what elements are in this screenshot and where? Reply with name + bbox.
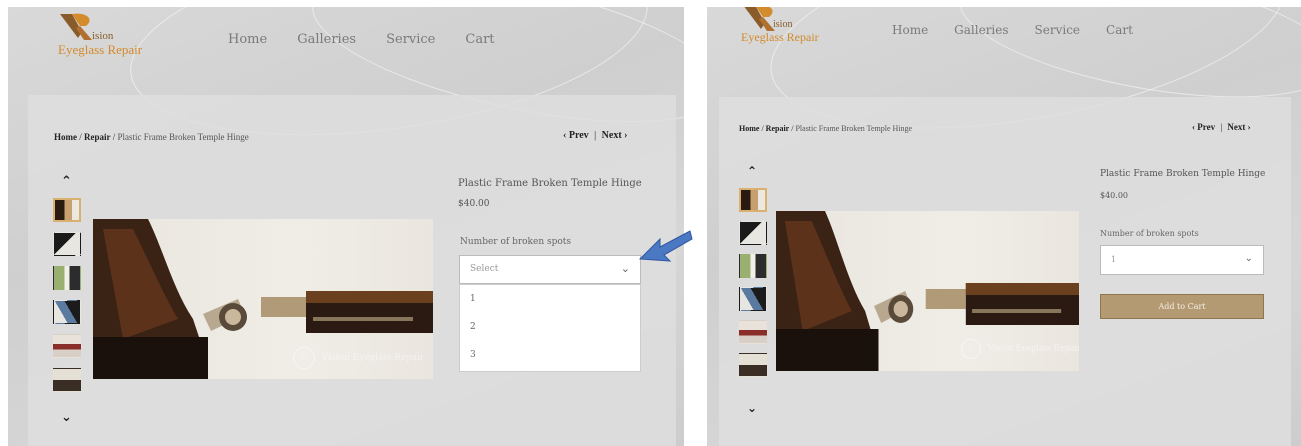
broken-spots-select[interactable]: Select ⌄ [459,255,641,284]
product-price: $40.00 [1100,191,1128,200]
option-label: Number of broken spots [1100,229,1199,238]
nav-service[interactable]: Service [1035,23,1081,37]
pager: ‹ Prev | Next › [1192,122,1251,132]
nav-cart[interactable]: Cart [465,32,494,47]
breadcrumb-repair[interactable]: Repair [766,124,790,133]
thumbnail[interactable] [53,368,81,392]
logo[interactable]: ision Eyeglass Repair [58,12,168,62]
pager-divider: | [1220,122,1223,132]
breadcrumb: Home / Repair / Plastic Frame Broken Tem… [739,124,913,133]
pager: ‹ Prev | Next › [563,130,628,141]
thumbnail[interactable] [53,198,81,222]
nav-cart[interactable]: Cart [1106,23,1133,37]
thumbnail[interactable] [53,232,81,256]
nav-galleries[interactable]: Galleries [297,32,356,47]
thumbnail[interactable] [53,334,81,358]
thumbnail[interactable] [739,254,767,278]
thumbnail[interactable] [53,300,81,324]
breadcrumb-current: Plastic Frame Broken Temple Hinge [117,132,249,142]
select-option[interactable]: 3 [470,350,476,360]
chevron-left-icon[interactable]: ‹ [563,130,566,141]
thumbnail[interactable] [739,221,767,245]
logo-word-eyeglass-repair: Eyeglass Repair [741,30,819,44]
product-title: Plastic Frame Broken Temple Hinge [1100,169,1266,179]
thumbnail-list [53,198,83,398]
option-label: Number of broken spots [460,237,572,247]
select-option[interactable]: 2 [470,322,476,332]
next-link[interactable]: Next [1227,122,1245,132]
copyright-icon: © [293,347,315,369]
add-to-cart-button[interactable]: Add to Cart [1100,294,1264,319]
thumbnail-list [739,188,769,388]
breadcrumb-home[interactable]: Home [739,124,759,133]
chevron-down-icon[interactable]: ⌄ [61,410,72,425]
chevron-down-icon[interactable]: ⌄ [747,401,757,415]
blue-arrow-icon [638,230,693,262]
pager-divider: | [594,130,597,141]
prev-link[interactable]: Prev [1197,122,1215,132]
select-dropdown-list: 1 2 3 [459,284,641,372]
prev-link[interactable]: Prev [569,130,589,141]
chevron-up-icon[interactable]: ⌃ [747,164,757,178]
logo[interactable]: ision Eyeglass Repair [741,7,841,49]
chevron-up-icon[interactable]: ⌃ [61,174,72,189]
chevron-left-icon[interactable]: ‹ [1192,122,1195,132]
logo-word-vision: ision [92,30,114,42]
chevron-right-icon[interactable]: › [1248,122,1251,132]
nav-home[interactable]: Home [892,23,928,37]
screenshot-dropdown-open: ision Eyeglass Repair Home Galleries Ser… [8,7,684,446]
watermark: © Vision Eyeglass Repair [961,339,1079,359]
select-option[interactable]: 1 [470,294,476,304]
select-value: 1 [1111,255,1117,264]
thumbnail[interactable] [739,188,767,212]
product-price: $40.00 [458,199,490,209]
breadcrumb: Home / Repair / Plastic Frame Broken Tem… [54,132,249,142]
product-main-image[interactable]: © Vision Eyeglass Repair [93,219,433,379]
thumbnail[interactable] [739,320,767,344]
main-nav: Home Galleries Service Cart [892,23,1133,37]
main-nav: Home Galleries Service Cart [228,32,495,47]
breadcrumb-home[interactable]: Home [54,132,77,142]
copyright-icon: © [961,339,981,359]
chevron-down-icon[interactable]: ⌄ [621,262,630,275]
nav-galleries[interactable]: Galleries [954,23,1008,37]
breadcrumb-repair[interactable]: Repair [84,132,111,142]
broken-spots-select[interactable]: 1 ⌄ [1100,245,1264,275]
logo-word-vision: ision [773,19,793,30]
chevron-right-icon[interactable]: › [624,130,627,141]
screenshot-option-selected: ision Eyeglass Repair Home Galleries Ser… [707,7,1301,446]
nav-home[interactable]: Home [228,32,267,47]
nav-service[interactable]: Service [386,32,435,47]
chevron-down-icon[interactable]: ⌄ [1245,253,1253,264]
product-main-image[interactable]: © Vision Eyeglass Repair [776,211,1079,371]
thumbnail[interactable] [739,353,767,377]
breadcrumb-current: Plastic Frame Broken Temple Hinge [795,124,913,133]
watermark: © Vision Eyeglass Repair [293,347,424,369]
select-placeholder: Select [470,264,499,274]
thumbnail[interactable] [739,287,767,311]
watermark-text: Vision Eyeglass Repair [987,343,1079,354]
thumbnail[interactable] [53,266,81,290]
logo-word-eyeglass-repair: Eyeglass Repair [58,42,143,57]
product-title: Plastic Frame Broken Temple Hinge [458,178,642,189]
watermark-text: Vision Eyeglass Repair [321,351,424,363]
next-link[interactable]: Next [602,130,622,141]
